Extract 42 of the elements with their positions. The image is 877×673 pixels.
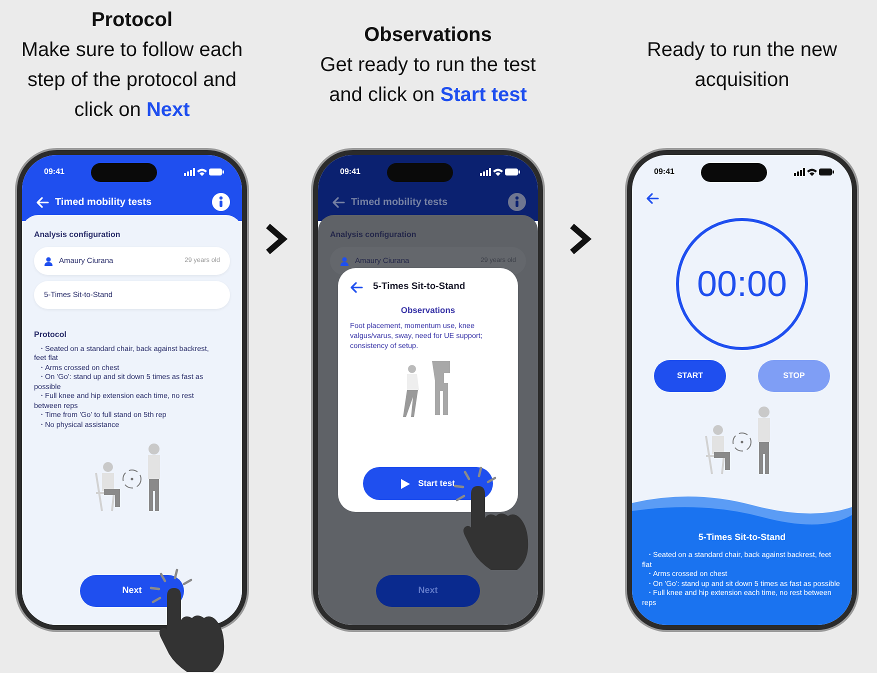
next-button[interactable]: Next bbox=[80, 575, 184, 607]
back-arrow-icon[interactable] bbox=[350, 282, 363, 293]
modal-title: 5-Times Sit-to-Stand bbox=[373, 280, 466, 294]
chevron-right-icon bbox=[264, 222, 288, 256]
screen-title: Timed mobility tests bbox=[351, 196, 449, 210]
signal-icon bbox=[184, 168, 195, 176]
modal-subtitle: Observations bbox=[400, 304, 456, 317]
chevron-right-icon bbox=[568, 222, 592, 256]
start-test-button[interactable]: Start test bbox=[363, 467, 493, 500]
info-icon[interactable] bbox=[212, 193, 230, 211]
step-heading: Observations bbox=[364, 23, 492, 48]
wifi-icon bbox=[807, 168, 817, 176]
start-button[interactable]: START bbox=[654, 360, 726, 392]
battery-icon bbox=[209, 168, 224, 176]
back-arrow-icon[interactable] bbox=[646, 193, 659, 204]
play-icon bbox=[401, 478, 410, 488]
wifi-icon bbox=[493, 168, 503, 176]
camera-notch bbox=[387, 162, 454, 182]
info-icon[interactable] bbox=[508, 193, 526, 211]
person-icon bbox=[340, 256, 349, 266]
person-icon bbox=[44, 256, 53, 266]
timer-display: 00:00 bbox=[676, 218, 808, 350]
step-description: Ready to run the new acquisition bbox=[646, 38, 838, 93]
protocol-heading: Protocol bbox=[34, 329, 68, 341]
step-description: Make sure to follow each step of the protocol and click on Next bbox=[20, 38, 244, 123]
wifi-icon bbox=[197, 168, 207, 176]
battery-icon bbox=[505, 168, 520, 176]
back-arrow-icon[interactable] bbox=[332, 196, 345, 208]
screen-title: Timed mobility tests bbox=[55, 196, 153, 210]
status-time: 09:41 bbox=[44, 166, 64, 178]
section-heading: Analysis configuration bbox=[34, 229, 122, 241]
battery-icon bbox=[819, 168, 834, 176]
signal-icon bbox=[794, 168, 805, 176]
section-heading: Analysis configuration bbox=[330, 229, 418, 241]
status-time: 09:41 bbox=[340, 166, 360, 178]
camera-notch bbox=[701, 162, 768, 182]
step-description: Get ready to run the test and click on Start test bbox=[319, 53, 537, 108]
panel-title: 5-Times Sit-to-Stand bbox=[697, 530, 787, 544]
status-time: 09:41 bbox=[654, 166, 674, 178]
signal-icon bbox=[480, 168, 491, 176]
step-heading: Protocol bbox=[91, 8, 173, 33]
camera-notch bbox=[91, 162, 158, 182]
